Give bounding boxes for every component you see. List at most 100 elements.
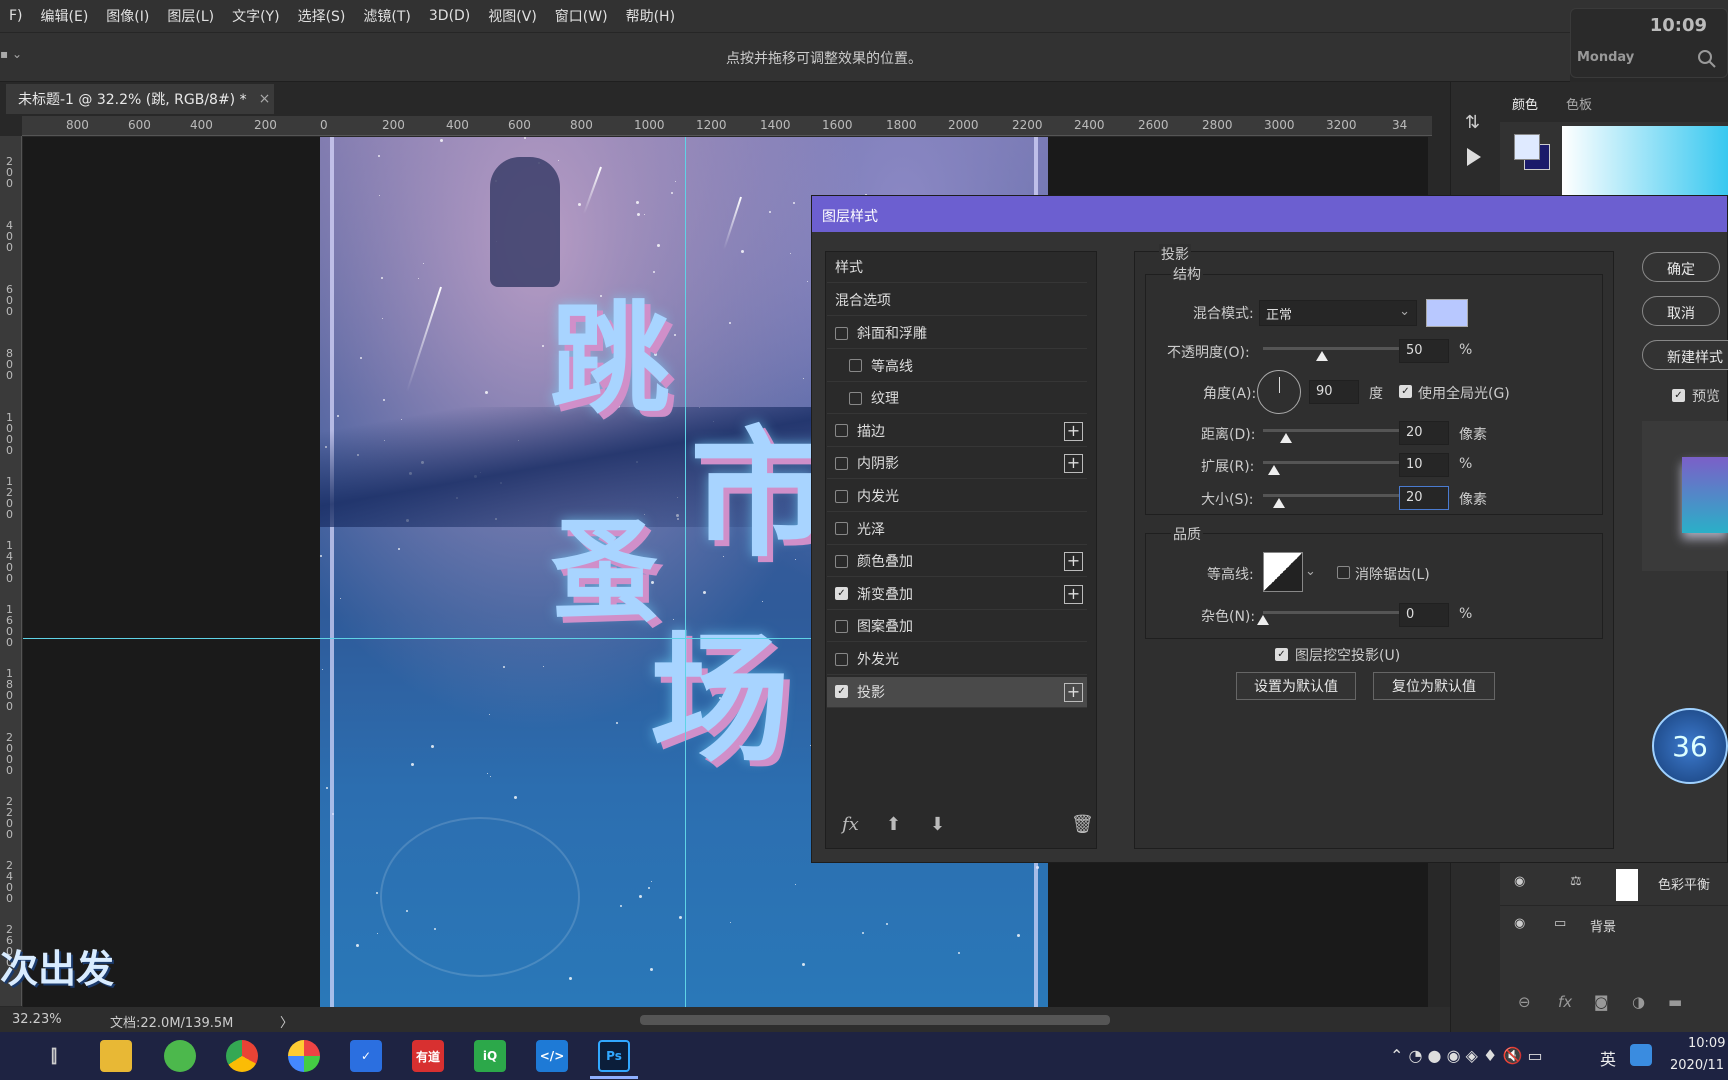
security-shield-icon[interactable]: ✓: [350, 1040, 382, 1072]
antialias-checkbox[interactable]: [1337, 566, 1350, 579]
style-item-checkbox[interactable]: ✓: [835, 685, 848, 699]
vertical-ruler[interactable]: 2 0 0 4 0 0 6 0 0 8 0 0 1 0 0 0 1 2 0 0 1 4 0 …: [0, 136, 22, 1006]
add-effect-icon[interactable]: +: [1064, 682, 1083, 702]
style-item[interactable]: 内阴影 +: [827, 448, 1087, 480]
move-down-icon[interactable]: ⬇: [930, 814, 945, 835]
ime-indicator[interactable]: 英: [1600, 1046, 1616, 1070]
chrome-icon[interactable]: [226, 1040, 258, 1072]
distance-slider[interactable]: [1263, 429, 1413, 432]
style-item-checkbox[interactable]: [835, 619, 848, 633]
spread-slider-thumb[interactable]: [1268, 465, 1280, 475]
menu-item[interactable]: 视图(V): [479, 6, 546, 26]
noise-input[interactable]: 0: [1399, 603, 1449, 627]
menu-item[interactable]: 文字(Y): [223, 6, 288, 26]
tab-color[interactable]: 颜色: [1512, 94, 1538, 113]
distance-input[interactable]: 20: [1399, 421, 1449, 445]
tab-swatches[interactable]: 色板: [1566, 94, 1592, 113]
style-item[interactable]: 内发光: [827, 481, 1087, 512]
menu-item[interactable]: 选择(S): [289, 6, 355, 26]
style-item-checkbox[interactable]: ✓: [835, 587, 848, 601]
layer-row-color-balance[interactable]: ◉ ⚖ 色彩平衡: [1500, 862, 1728, 906]
iqiyi-icon[interactable]: iQ: [474, 1040, 506, 1072]
style-item[interactable]: 图案叠加: [827, 611, 1087, 643]
status-arrow-icon[interactable]: 〉: [280, 1012, 293, 1031]
fx-menu-icon[interactable]: fx: [842, 814, 859, 835]
menu-item[interactable]: 图层(L): [158, 6, 223, 26]
opacity-input[interactable]: 50: [1399, 339, 1449, 363]
menu-item[interactable]: 编辑(E): [32, 6, 98, 26]
distance-slider-thumb[interactable]: [1280, 433, 1292, 443]
style-item-checkbox[interactable]: [835, 456, 848, 470]
add-effect-icon[interactable]: +: [1064, 421, 1083, 441]
ok-button[interactable]: 确定: [1642, 252, 1720, 282]
style-item-checkbox[interactable]: [835, 522, 848, 536]
search-icon[interactable]: [1697, 49, 1717, 69]
color-picker-field[interactable]: [1562, 126, 1728, 196]
layer-mask-thumbnail[interactable]: [1616, 869, 1638, 901]
style-item[interactable]: ✓ 渐变叠加 +: [827, 579, 1087, 610]
youdao-icon[interactable]: 有道: [412, 1040, 444, 1072]
knockout-checkbox[interactable]: ✓: [1275, 648, 1288, 661]
new-group-icon[interactable]: ▬: [1668, 993, 1682, 1011]
style-item-checkbox[interactable]: [835, 489, 848, 503]
blending-options[interactable]: 混合选项: [827, 285, 1087, 316]
tray-icons[interactable]: ⌃ ◔ ● ◉ ◈ ♦ 🔇 ▭: [1390, 1046, 1543, 1065]
style-item[interactable]: 颜色叠加 +: [827, 546, 1087, 578]
menu-item[interactable]: F): [0, 8, 32, 24]
style-item[interactable]: 纹理: [827, 383, 1087, 415]
menu-item[interactable]: 3D(D): [420, 8, 479, 24]
global-light-checkbox[interactable]: ✓: [1399, 385, 1412, 398]
opacity-slider[interactable]: [1263, 347, 1413, 350]
opacity-slider-thumb[interactable]: [1316, 351, 1328, 361]
menu-item[interactable]: 图像(I): [97, 6, 158, 26]
angle-dial[interactable]: [1257, 370, 1301, 414]
style-item-checkbox[interactable]: [835, 326, 848, 340]
photos-icon[interactable]: [288, 1040, 320, 1072]
preview-checkbox[interactable]: ✓: [1672, 389, 1685, 402]
add-effect-icon[interactable]: +: [1064, 454, 1083, 474]
document-tab[interactable]: 未标题-1 @ 32.2% (跳, RGB/8#) * ×: [6, 84, 274, 114]
angle-input[interactable]: 90: [1309, 380, 1359, 404]
add-effect-icon[interactable]: +: [1064, 584, 1083, 604]
photoshop-icon[interactable]: Ps: [598, 1040, 630, 1072]
style-item-checkbox[interactable]: [849, 391, 862, 405]
style-item-checkbox[interactable]: [849, 359, 862, 373]
style-item[interactable]: 光泽: [827, 514, 1087, 545]
size-slider[interactable]: [1263, 494, 1413, 497]
blend-mode-select[interactable]: 正常 ⌄: [1259, 300, 1417, 326]
spread-input[interactable]: 10: [1399, 453, 1449, 477]
eye-icon[interactable]: ◉: [1514, 874, 1525, 889]
new-style-button[interactable]: 新建样式: [1642, 340, 1728, 370]
overlay-360-badge[interactable]: 36: [1652, 708, 1728, 784]
style-item-checkbox[interactable]: [835, 652, 848, 666]
menu-item[interactable]: 帮助(H): [617, 6, 684, 26]
task-view-icon[interactable]: ⫿: [38, 1040, 70, 1072]
styles-header[interactable]: 样式: [827, 252, 1087, 283]
reset-default-button[interactable]: 复位为默认值: [1373, 672, 1495, 700]
menu-item[interactable]: 窗口(W): [546, 6, 617, 26]
eye-icon[interactable]: ◉: [1514, 916, 1525, 931]
close-icon[interactable]: ×: [259, 91, 271, 107]
foreground-color-swatch[interactable]: [1514, 134, 1540, 160]
size-input[interactable]: 20: [1399, 486, 1449, 510]
cancel-button[interactable]: 取消: [1642, 296, 1720, 326]
shadow-color-swatch[interactable]: [1426, 299, 1468, 327]
style-item[interactable]: 外发光: [827, 644, 1087, 675]
tool-preset-icon[interactable]: ▪ ⌄: [0, 47, 22, 61]
layer-name-background[interactable]: 背景: [1590, 916, 1616, 935]
vscode-icon[interactable]: </>: [536, 1040, 568, 1072]
dialog-title[interactable]: 图层样式: [812, 196, 1727, 232]
noise-slider[interactable]: [1263, 611, 1413, 614]
notification-icon[interactable]: [1630, 1044, 1652, 1066]
history-icon[interactable]: ⇅: [1465, 112, 1487, 134]
adjustment-layer-icon[interactable]: ◑: [1632, 993, 1645, 1011]
layer-row-background[interactable]: ◉ ▭ 背景: [1500, 906, 1728, 946]
horizontal-ruler[interactable]: 800 600 400 200 0 200 400 600 800 1000 1200 1400 160…: [22, 116, 1432, 136]
menu-item[interactable]: 滤镜(T): [354, 6, 419, 26]
trash-icon[interactable]: 🗑: [1071, 814, 1094, 835]
browser-360-icon[interactable]: [164, 1040, 196, 1072]
style-item[interactable]: 斜面和浮雕: [827, 318, 1087, 349]
noise-slider-thumb[interactable]: [1257, 615, 1269, 625]
size-slider-thumb[interactable]: [1273, 498, 1285, 508]
spread-slider[interactable]: [1263, 461, 1413, 464]
